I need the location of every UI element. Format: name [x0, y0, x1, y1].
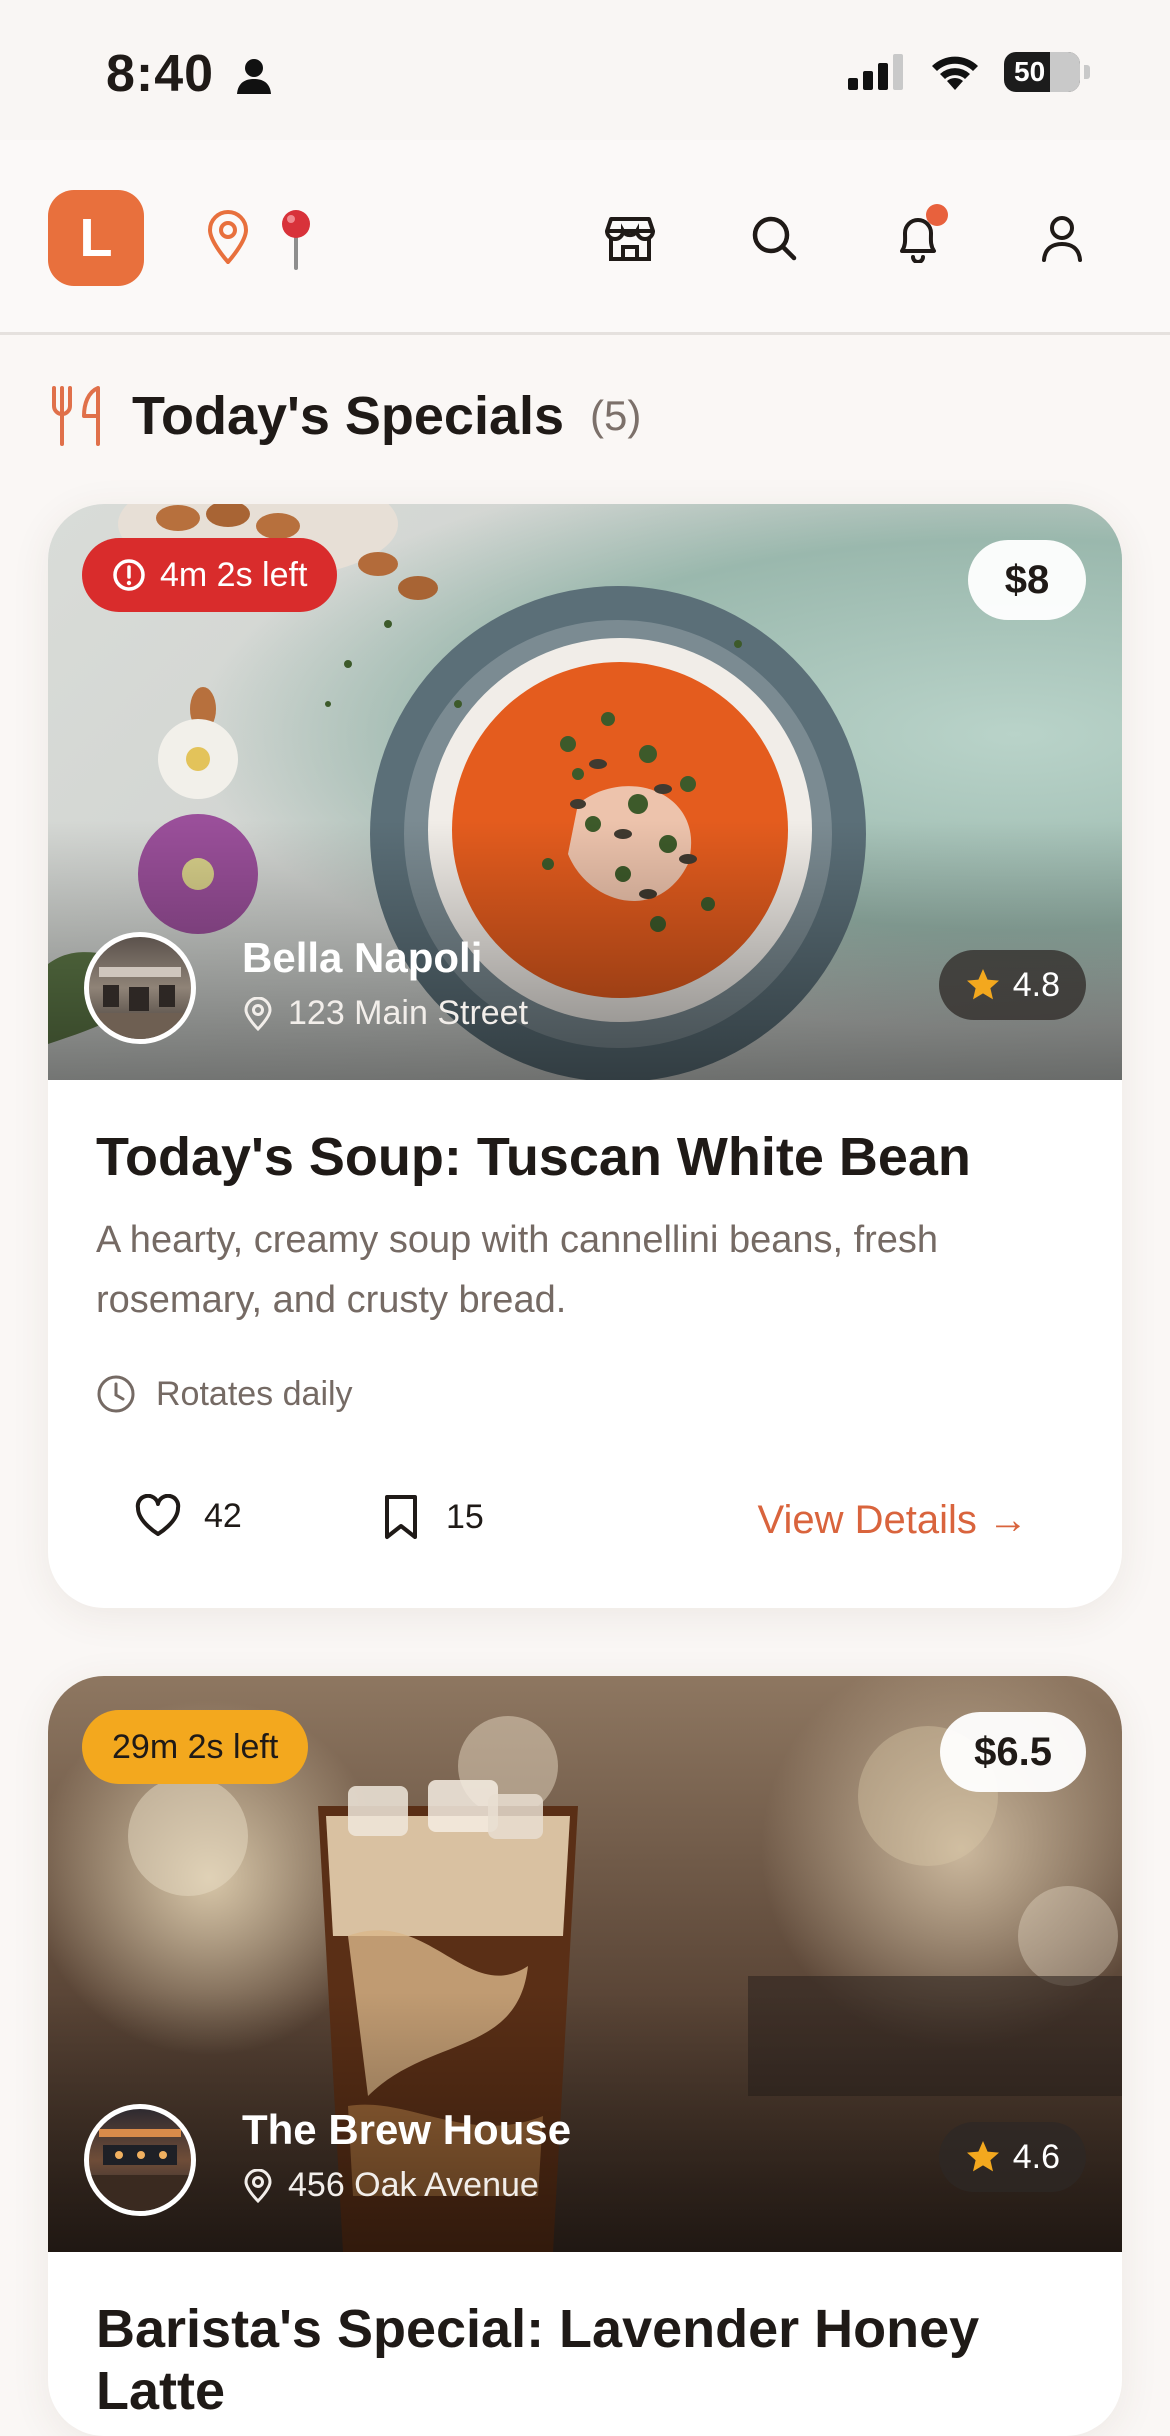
bookmark-icon [385, 1495, 417, 1540]
dish-image[interactable]: 29m 2s left $6.5 The Brew House 456 Oak … [48, 1676, 1122, 2252]
special-card[interactable]: 4m 2s left $8 Bella Napoli 123 Main Stre… [48, 504, 1122, 1609]
clock-icon [97, 1375, 135, 1413]
battery-level: 50 [1014, 56, 1046, 87]
rating-value: 4.6 [1012, 2137, 1060, 2176]
signal-icon [848, 54, 903, 90]
price-badge: $6.5 [940, 1712, 1086, 1792]
rating-badge: 4.6 [938, 2122, 1086, 2192]
wifi-icon [932, 56, 978, 90]
like-button[interactable]: 42 [134, 1494, 242, 1538]
schedule-text: Rotates daily [156, 1374, 353, 1413]
view-details-link[interactable]: View Details → [758, 1498, 1028, 1543]
restaurant-avatar[interactable] [84, 932, 196, 1044]
like-count: 42 [204, 1496, 242, 1535]
dish-description: A hearty, creamy soup with cannellini be… [96, 1219, 939, 1322]
search-icon [752, 216, 797, 261]
status-indicators: 50 [848, 52, 1090, 92]
heart-icon [135, 1494, 181, 1537]
status-time: 8:40 [106, 45, 215, 103]
profile-button[interactable] [1022, 198, 1102, 278]
notifications-button[interactable] [878, 198, 958, 278]
section-count: (5) [590, 392, 642, 439]
card-body: Barista's Special: Lavender Honey Latte [48, 2252, 1122, 2422]
battery-icon: 50 [1004, 52, 1080, 92]
time-left-badge: 29m 2s left [82, 1710, 309, 1784]
card-actions: 42 15 View Details → [96, 1458, 1074, 1608]
time-left-text: 4m 2s left [160, 555, 308, 594]
store-icon [605, 217, 655, 261]
rating-badge: 4.8 [938, 950, 1086, 1020]
battery-cap [1084, 65, 1090, 79]
search-button[interactable] [734, 198, 814, 278]
bookmark-count: 15 [446, 1497, 484, 1536]
image-shade [48, 820, 1122, 1080]
time-left-badge: 4m 2s left [82, 538, 338, 612]
dish-image[interactable]: 4m 2s left $8 Bella Napoli 123 Main Stre… [48, 504, 1122, 1080]
star-icon [966, 969, 999, 1000]
address-text: 123 Main Street [288, 994, 529, 1032]
restaurant-photo [89, 967, 191, 1039]
schedule-row: Rotates daily [96, 1374, 1074, 1414]
person-icon [237, 59, 271, 94]
store-button[interactable] [590, 198, 670, 278]
restaurant-photo [89, 2129, 191, 2211]
notification-dot [926, 204, 948, 226]
time-left-text: 29m 2s left [112, 1727, 279, 1766]
restaurant-address: 123 Main Street [242, 994, 528, 1033]
user-icon [1042, 216, 1082, 262]
dish-title[interactable]: Today's Soup: Tuscan White Bean [96, 1126, 1074, 1188]
special-card[interactable]: 29m 2s left $6.5 The Brew House 456 Oak … [48, 1676, 1122, 2436]
dish-title[interactable]: Barista's Special: Lavender Honey Latte [96, 2298, 1074, 2422]
location-pin-icon[interactable] [278, 208, 314, 272]
rating-value: 4.8 [1012, 965, 1060, 1004]
restaurant-name[interactable]: Bella Napoli [242, 934, 482, 982]
restaurant-name[interactable]: The Brew House [242, 2106, 571, 2154]
restaurant-address: 456 Oak Avenue [242, 2166, 539, 2205]
star-icon [966, 2141, 999, 2172]
section-header: Today's Specials (5) [48, 378, 641, 454]
section-title: Today's Specials [132, 386, 565, 446]
alert-circle-icon [113, 559, 145, 591]
status-bar: 8:40 50 [0, 0, 1170, 140]
app-logo[interactable]: L [48, 190, 144, 286]
bookmark-button[interactable]: 15 [382, 1494, 484, 1540]
utensils-icon [52, 386, 100, 446]
card-body: Today's Soup: Tuscan White Bean A hearty… [48, 1080, 1122, 1608]
location-icon [244, 2168, 272, 2203]
image-shade [48, 1992, 1122, 2252]
price-badge: $8 [968, 540, 1086, 620]
location-icon [244, 996, 272, 1031]
address-text: 456 Oak Avenue [288, 2166, 539, 2204]
restaurant-avatar[interactable] [84, 2104, 196, 2216]
location-outline-icon[interactable] [206, 210, 250, 264]
top-nav: L [0, 140, 1170, 335]
